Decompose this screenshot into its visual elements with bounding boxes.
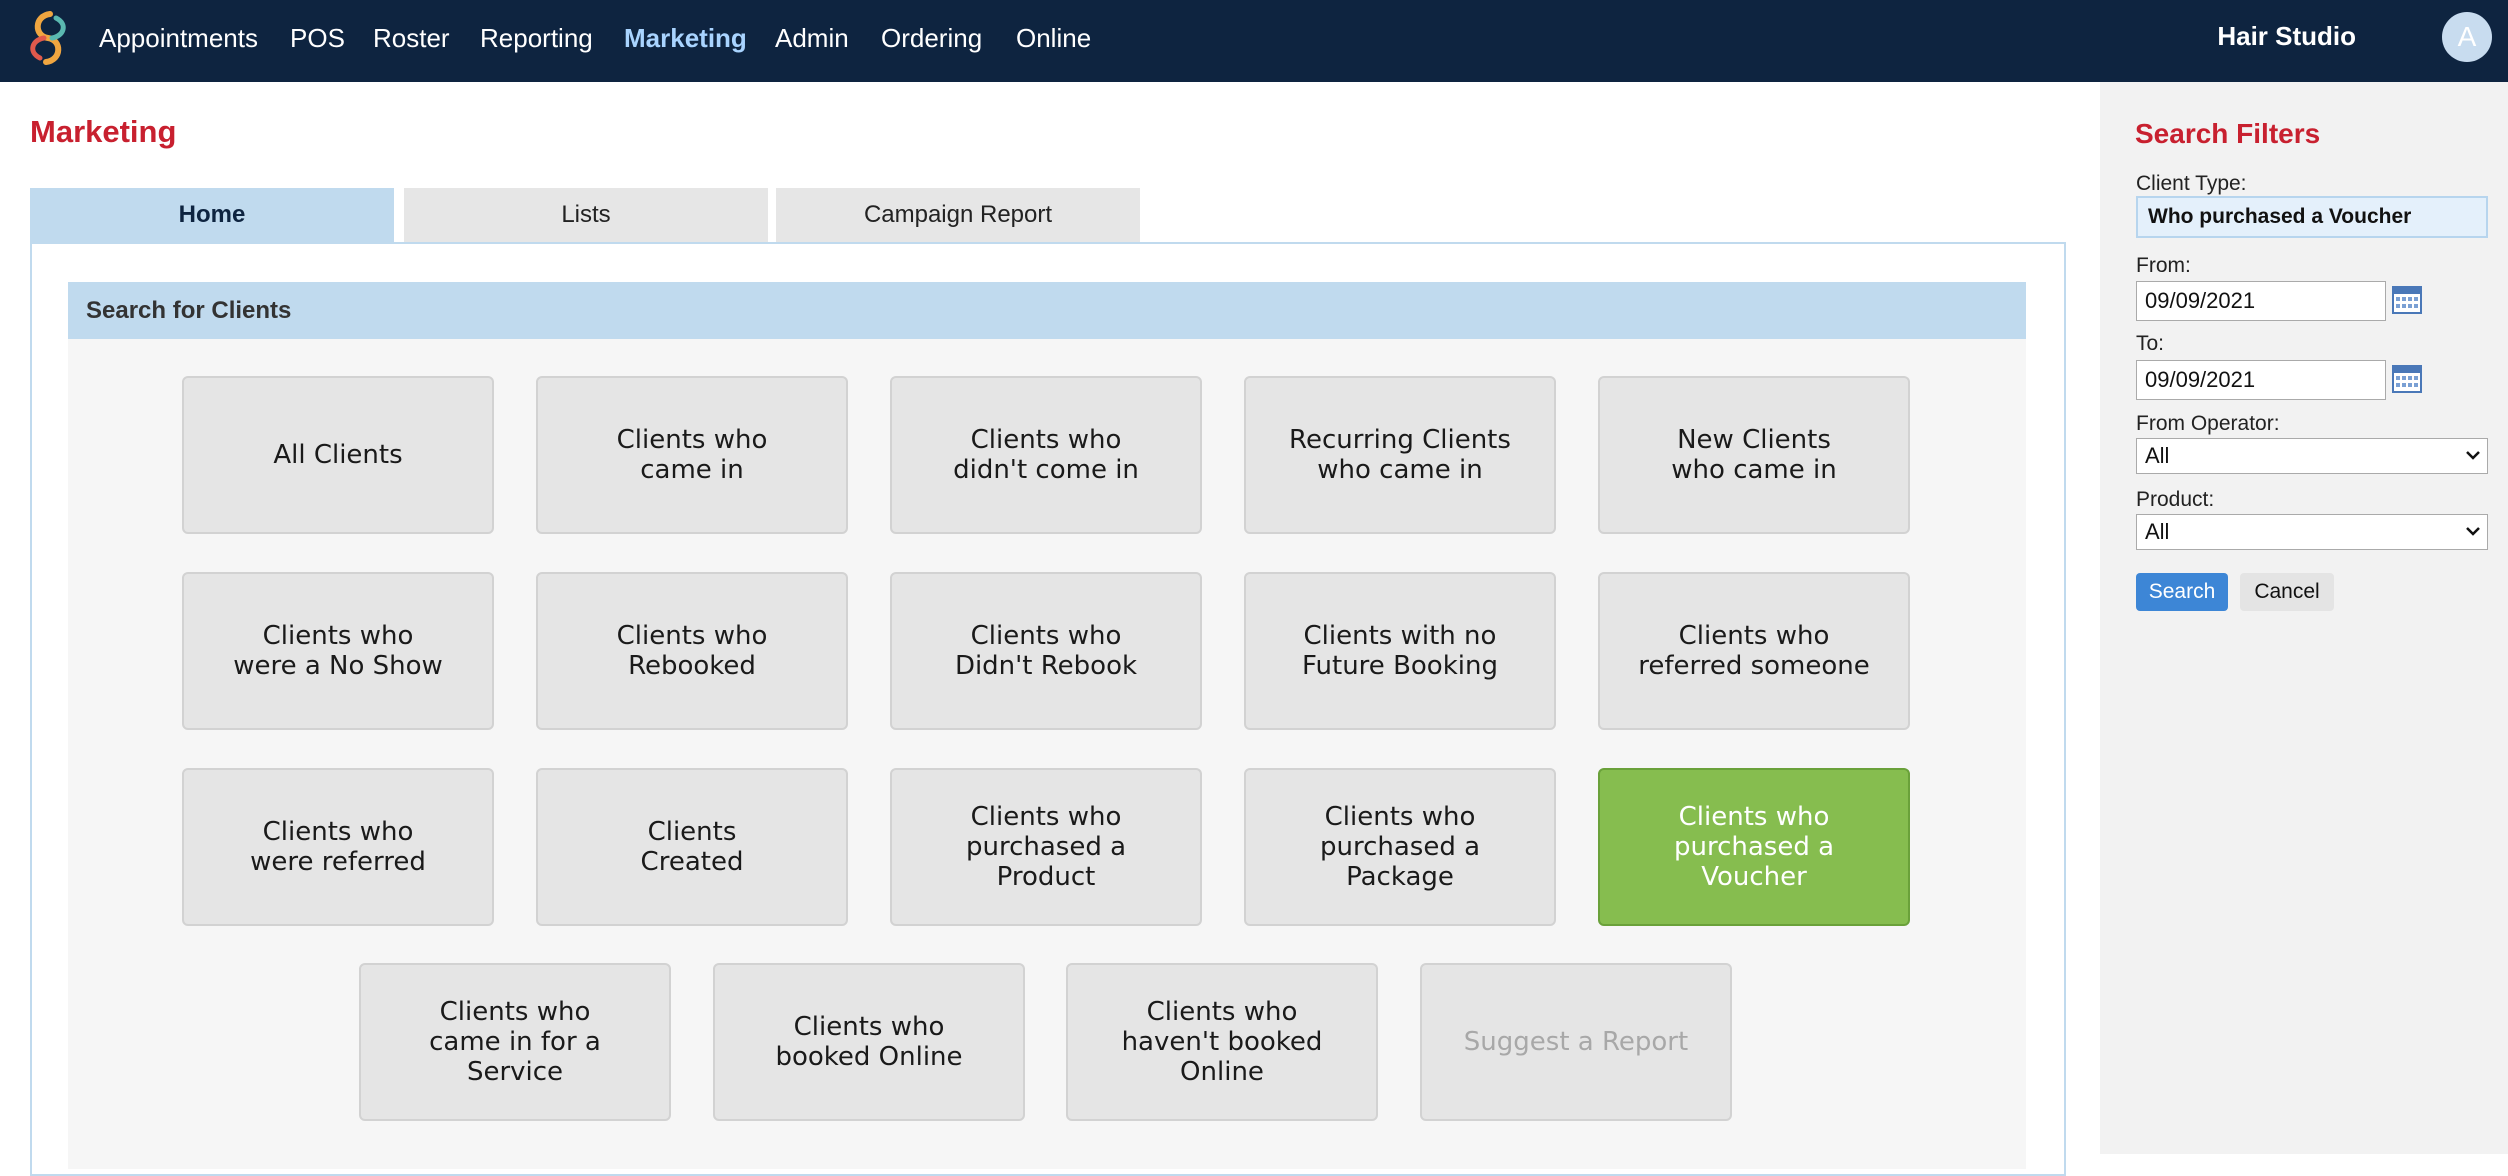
nav-appointments[interactable]: Appointments xyxy=(99,20,258,56)
suggest-report-button[interactable]: Suggest a Report xyxy=(1420,963,1732,1121)
nav-online[interactable]: Online xyxy=(1016,20,1091,56)
report-clients-created[interactable]: Clients Created xyxy=(536,768,848,926)
client-type-field: Who purchased a Voucher xyxy=(2136,196,2488,238)
nav-marketing[interactable]: Marketing xyxy=(624,20,747,56)
nav-pos[interactable]: POS xyxy=(290,20,345,56)
report-purchased-package[interactable]: Clients who purchased a Package xyxy=(1244,768,1556,926)
report-rebooked[interactable]: Clients who Rebooked xyxy=(536,572,848,730)
tab-home[interactable]: Home xyxy=(30,188,394,242)
report-came-in-for-service[interactable]: Clients who came in for a Service xyxy=(359,963,671,1121)
report-new-clients[interactable]: New Clients who came in xyxy=(1598,376,1910,534)
filters-title: Search Filters xyxy=(2135,118,2321,149)
operator-select[interactable]: All xyxy=(2136,438,2488,474)
report-all-clients[interactable]: All Clients xyxy=(182,376,494,534)
from-date-input[interactable] xyxy=(2136,281,2386,321)
product-select-value: All xyxy=(2145,519,2170,544)
product-label: Product: xyxy=(2136,488,2215,511)
tab-lists[interactable]: Lists xyxy=(404,188,768,242)
operator-select-value: All xyxy=(2145,443,2170,468)
chevron-down-icon xyxy=(2466,451,2480,460)
chevron-down-icon xyxy=(2466,527,2480,536)
report-recurring-clients[interactable]: Recurring Clients who came in xyxy=(1244,376,1556,534)
search-filters-sidebar xyxy=(2100,82,2508,1154)
report-no-show[interactable]: Clients who were a No Show xyxy=(182,572,494,730)
page-title: Marketing xyxy=(30,114,177,149)
nav-reporting[interactable]: Reporting xyxy=(480,20,593,56)
report-no-future-booking[interactable]: Clients with no Future Booking xyxy=(1244,572,1556,730)
report-booked-online[interactable]: Clients who booked Online xyxy=(713,963,1025,1121)
calendar-icon[interactable] xyxy=(2392,365,2422,393)
app-logo-icon[interactable] xyxy=(20,8,76,68)
product-select[interactable]: All xyxy=(2136,514,2488,550)
nav-admin[interactable]: Admin xyxy=(775,20,849,56)
tab-campaign-report[interactable]: Campaign Report xyxy=(776,188,1140,242)
from-label: From: xyxy=(2136,254,2191,277)
report-havent-booked-online[interactable]: Clients who haven't booked Online xyxy=(1066,963,1378,1121)
report-purchased-product[interactable]: Clients who purchased a Product xyxy=(890,768,1202,926)
report-were-referred[interactable]: Clients who were referred xyxy=(182,768,494,926)
user-avatar[interactable]: A xyxy=(2442,12,2492,62)
calendar-icon[interactable] xyxy=(2392,286,2422,314)
nav-ordering[interactable]: Ordering xyxy=(881,20,982,56)
top-nav-bar: Appointments POS Roster Reporting Market… xyxy=(0,0,2508,82)
business-name[interactable]: Hair Studio xyxy=(2217,18,2356,54)
report-didnt-rebook[interactable]: Clients who Didn't Rebook xyxy=(890,572,1202,730)
report-referred-someone[interactable]: Clients who referred someone xyxy=(1598,572,1910,730)
section-header: Search for Clients xyxy=(68,282,2026,339)
report-clients-came-in[interactable]: Clients who came in xyxy=(536,376,848,534)
search-button[interactable]: Search xyxy=(2136,573,2228,611)
cancel-button[interactable]: Cancel xyxy=(2240,573,2334,611)
operator-label: From Operator: xyxy=(2136,412,2280,435)
to-date-input[interactable] xyxy=(2136,360,2386,400)
nav-roster[interactable]: Roster xyxy=(373,20,450,56)
report-clients-didnt-come-in[interactable]: Clients who didn't come in xyxy=(890,376,1202,534)
to-label: To: xyxy=(2136,332,2165,355)
client-type-label: Client Type: xyxy=(2136,172,2247,195)
report-purchased-voucher[interactable]: Clients who purchased a Voucher xyxy=(1598,768,1910,926)
